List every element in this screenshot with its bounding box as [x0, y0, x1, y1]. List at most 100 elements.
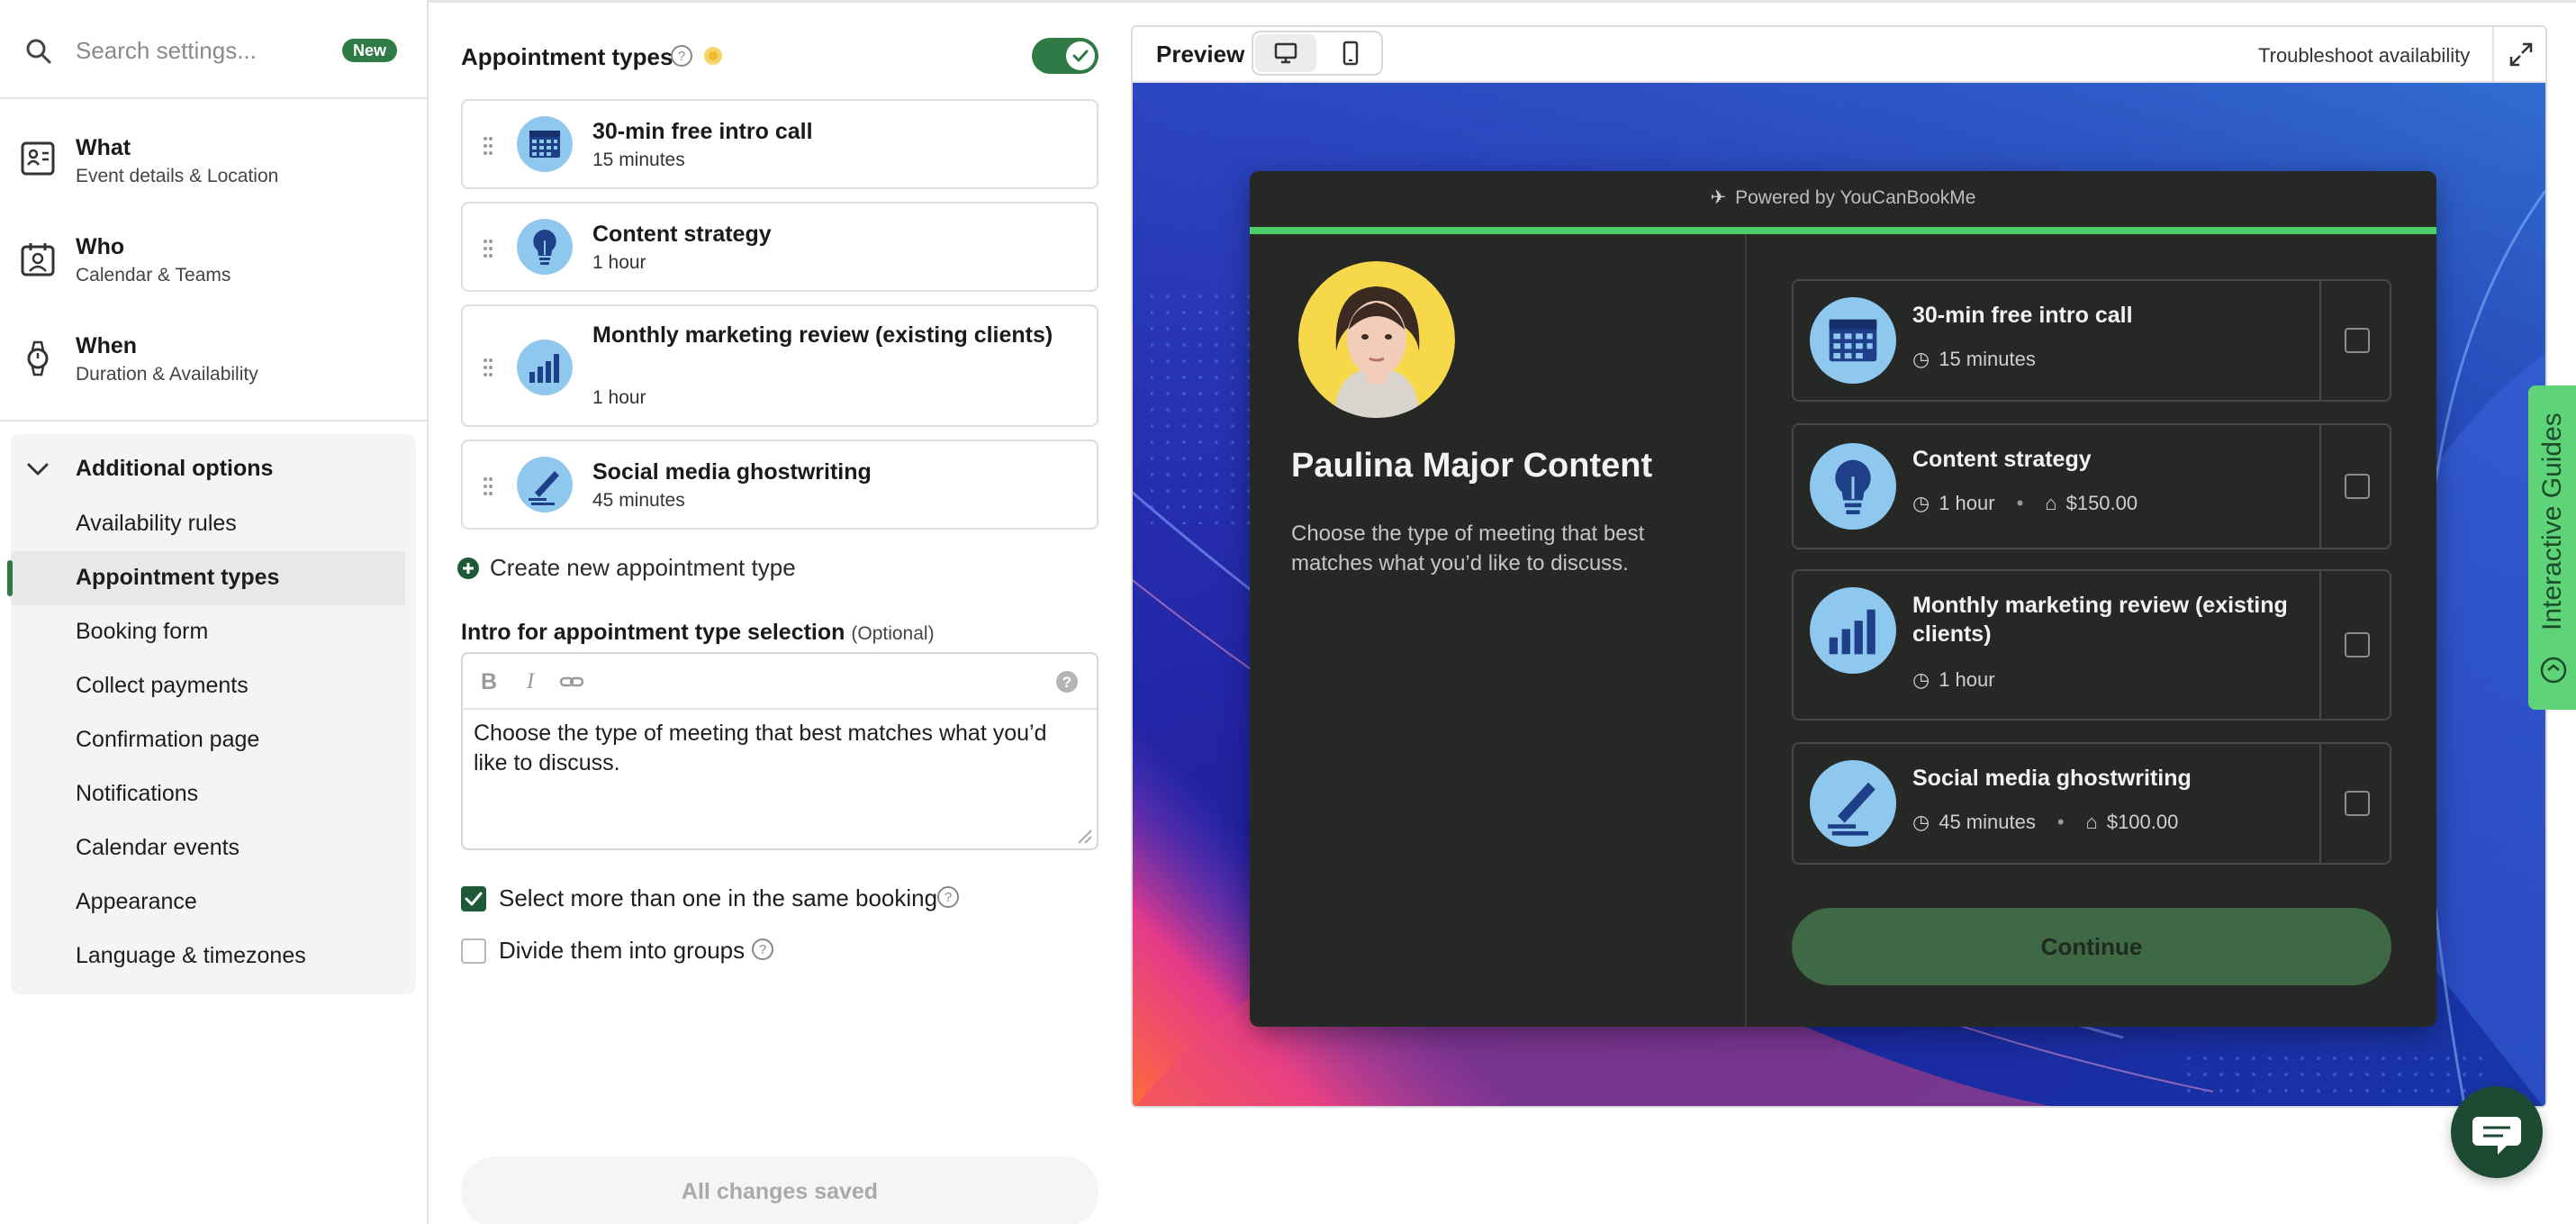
sidebar-item-calendar-events[interactable]: Calendar events: [76, 835, 240, 861]
appointment-type-name: 30-min free intro call: [592, 119, 813, 144]
help-icon[interactable]: ?: [751, 938, 774, 961]
accent-bar: [1250, 227, 2436, 234]
mobile-view-button[interactable]: [1320, 34, 1381, 72]
clock-icon: ◷: [1912, 668, 1930, 691]
bold-icon[interactable]: B: [475, 668, 502, 695]
check-icon: [1072, 50, 1089, 62]
booking-option-card[interactable]: 30-min free intro call ◷ 15 minutes: [1792, 279, 2391, 402]
booking-page-card: ✈ Powered by YouCanBookMe Paulina Major C…: [1250, 171, 2436, 1027]
meta-separator: •: [2016, 492, 2024, 514]
clock-icon: ◷: [1912, 492, 1930, 514]
appointment-types-toggle[interactable]: [1032, 38, 1098, 74]
preview-title: Preview: [1156, 41, 1245, 68]
settings-search-input[interactable]: [76, 31, 328, 70]
booking-option-checkbox[interactable]: [2345, 328, 2370, 353]
people-icon: [21, 243, 55, 277]
italic-icon[interactable]: I: [517, 668, 544, 695]
sidebar-item-availability-rules[interactable]: Availability rules: [76, 511, 237, 537]
continue-button[interactable]: Continue: [1792, 908, 2391, 985]
host-name: Paulina Major Content: [1291, 447, 1653, 485]
booking-option-checkbox[interactable]: [2345, 632, 2370, 657]
lightbulb-icon: [517, 219, 573, 275]
option-separator: [2319, 744, 2321, 863]
booking-option-card[interactable]: Social media ghostwriting ◷ 45 minutes •…: [1792, 742, 2391, 865]
drag-handle-icon[interactable]: [481, 357, 495, 378]
appointment-type-card[interactable]: 30-min free intro call 15 minutes: [461, 99, 1098, 189]
create-appointment-type-link[interactable]: Create new appointment type: [490, 554, 796, 582]
intro-rich-text-editor[interactable]: B I ? Choose the type of meeting that be…: [461, 652, 1098, 850]
save-status-button[interactable]: All changes saved: [461, 1156, 1098, 1224]
booking-option-name: Social media ghostwriting: [1912, 766, 2192, 791]
optional-tag: (Optional): [851, 623, 935, 644]
additional-options-toggle[interactable]: Additional options: [76, 456, 273, 482]
resize-handle-icon[interactable]: [1075, 827, 1093, 845]
divide-groups-label[interactable]: Divide them into groups: [499, 937, 745, 965]
editor-toolbar: B I ?: [463, 654, 1097, 710]
sidebar-item-subtitle: Duration & Availability: [76, 364, 258, 385]
sidebar-item-booking-form[interactable]: Booking form: [76, 619, 208, 645]
sidebar-item-appointment-types[interactable]: Appointment types: [76, 565, 279, 591]
booking-option-checkbox[interactable]: [2345, 791, 2370, 816]
booking-option-name: Content strategy: [1912, 447, 2092, 472]
desktop-view-button[interactable]: [1255, 34, 1316, 72]
booking-option-name: Monthly marketing review (existing clien…: [1912, 593, 2288, 647]
section-title: Appointment types: [461, 43, 673, 70]
appointment-type-duration: 1 hour: [592, 387, 646, 408]
svg-text:?: ?: [945, 890, 952, 905]
intro-text[interactable]: Choose the type of meeting that best mat…: [474, 719, 1086, 778]
expand-preview-button[interactable]: [2492, 27, 2545, 83]
help-icon[interactable]: ?: [1053, 668, 1080, 695]
check-icon: [465, 892, 483, 906]
sidebar-divider: [0, 420, 427, 422]
appointment-type-card[interactable]: Content strategy 1 hour: [461, 202, 1098, 292]
booking-option-duration: 1 hour: [1939, 492, 1995, 514]
booking-option-meta: ◷ 1 hour: [1912, 668, 1995, 692]
chevron-down-icon[interactable]: [25, 458, 50, 481]
device-toggle: [1252, 31, 1383, 76]
appointment-type-card[interactable]: Monthly marketing review (existing clien…: [461, 304, 1098, 427]
guides-icon[interactable]: [2539, 656, 2568, 685]
pen-icon: [517, 457, 573, 512]
drag-handle-icon[interactable]: [481, 135, 495, 157]
appointment-type-name: Social media ghostwriting: [592, 459, 872, 485]
sidebar-item-appearance[interactable]: Appearance: [76, 889, 197, 915]
interactive-guides-label[interactable]: Interactive Guides: [2537, 342, 2568, 630]
appointment-type-name: Content strategy: [592, 222, 772, 247]
sidebar-item-collect-payments[interactable]: Collect payments: [76, 673, 249, 699]
drag-handle-icon[interactable]: [481, 476, 495, 497]
plus-circle-icon[interactable]: [456, 556, 481, 581]
booking-option-duration: 15 minutes: [1939, 348, 2036, 370]
select-multiple-checkbox[interactable]: [461, 886, 486, 911]
clock-icon: ◷: [1912, 811, 1930, 833]
booking-option-checkbox[interactable]: [2345, 474, 2370, 499]
booking-option-meta: ◷ 15 minutes: [1912, 348, 2036, 371]
watch-icon: [27, 340, 49, 376]
bar-chart-icon: [517, 340, 573, 395]
booking-option-name: 30-min free intro call: [1912, 303, 2133, 328]
preview-header: Preview Troubleshoot availability: [1133, 27, 2545, 83]
help-icon[interactable]: ?: [936, 885, 960, 909]
select-multiple-label[interactable]: Select more than one in the same booking: [499, 884, 937, 912]
appointment-type-card[interactable]: Social media ghostwriting 45 minutes: [461, 440, 1098, 530]
powered-by-text: Powered by YouCanBookMe: [1735, 187, 1976, 208]
drag-handle-icon[interactable]: [481, 238, 495, 259]
contact-card-icon: [21, 141, 55, 176]
troubleshoot-availability-link[interactable]: Troubleshoot availability: [2258, 44, 2470, 68]
svg-text:?: ?: [1062, 674, 1071, 691]
bar-chart-icon: [1810, 587, 1896, 674]
divide-groups-checkbox[interactable]: [461, 938, 486, 964]
help-icon[interactable]: ?: [670, 44, 693, 68]
chat-support-button[interactable]: [2451, 1086, 2543, 1178]
desktop-icon: [1274, 42, 1297, 64]
price-tag-icon: ⌂: [2085, 811, 2098, 833]
booking-option-card[interactable]: Content strategy ◷ 1 hour • ⌂ $150.00: [1792, 423, 2391, 549]
meta-separator: •: [2056, 811, 2065, 833]
sidebar-item-confirmation-page[interactable]: Confirmation page: [76, 727, 259, 753]
pen-icon: [1810, 760, 1896, 847]
link-icon[interactable]: [558, 668, 585, 695]
booking-option-price: $100.00: [2106, 811, 2179, 833]
sidebar-item-language-timezones[interactable]: Language & timezones: [76, 943, 306, 969]
booking-option-card[interactable]: Monthly marketing review (existing clien…: [1792, 569, 2391, 721]
svg-text:?: ?: [759, 942, 766, 957]
sidebar-item-notifications[interactable]: Notifications: [76, 781, 198, 807]
